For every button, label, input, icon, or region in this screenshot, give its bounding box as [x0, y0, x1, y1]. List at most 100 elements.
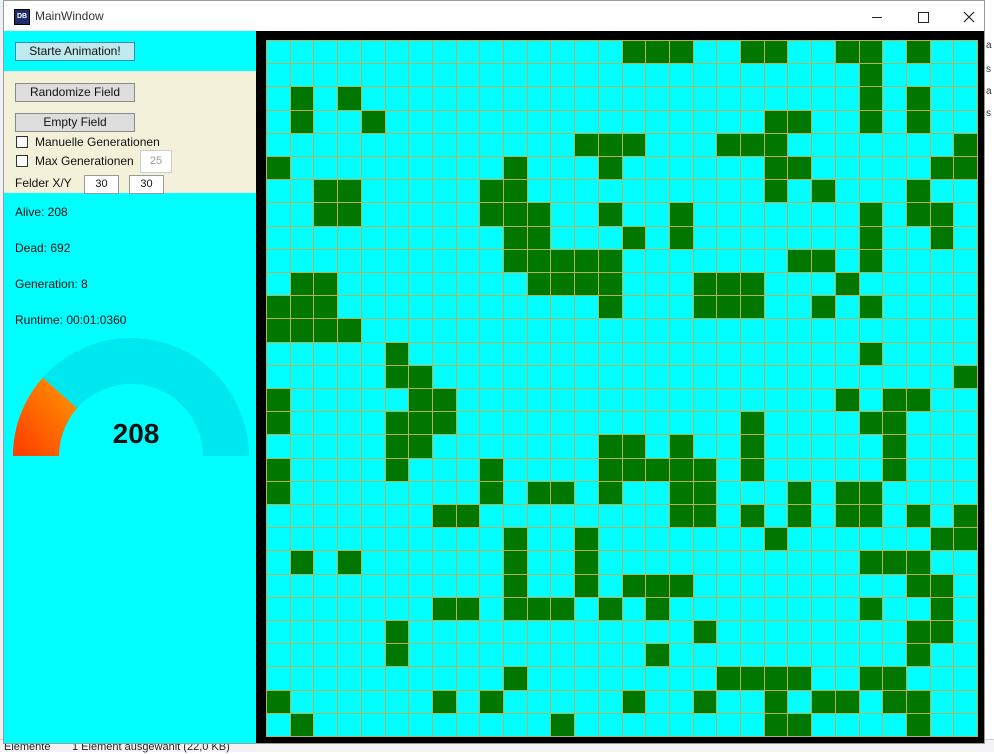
cell-dead[interactable] [575, 505, 598, 528]
cell-alive[interactable] [504, 667, 527, 690]
cell-dead[interactable] [338, 621, 361, 644]
cell-alive[interactable] [764, 133, 788, 156]
field-y-input[interactable]: 30 [129, 175, 164, 194]
cell-dead[interactable] [456, 435, 480, 458]
cell-dead[interactable] [575, 644, 598, 667]
cell-dead[interactable] [527, 87, 551, 110]
cell-dead[interactable] [575, 41, 598, 64]
cell-dead[interactable] [669, 296, 693, 319]
cell-dead[interactable] [575, 481, 598, 504]
cell-alive[interactable] [859, 597, 883, 620]
cell-dead[interactable] [314, 249, 338, 272]
cell-dead[interactable] [930, 667, 954, 690]
cell-dead[interactable] [361, 389, 385, 412]
cell-dead[interactable] [883, 621, 906, 644]
cell-dead[interactable] [859, 528, 883, 551]
cell-dead[interactable] [741, 226, 764, 249]
cell-dead[interactable] [954, 481, 977, 504]
cell-dead[interactable] [930, 133, 954, 156]
cell-alive[interactable] [598, 458, 622, 481]
cell-dead[interactable] [338, 64, 361, 87]
cell-dead[interactable] [835, 574, 859, 597]
cell-dead[interactable] [456, 41, 480, 64]
manual-generations-checkbox-row[interactable]: Manuelle Generationen [16, 135, 216, 151]
cell-dead[interactable] [598, 110, 622, 133]
cell-alive[interactable] [504, 226, 527, 249]
cell-dead[interactable] [788, 41, 812, 64]
cell-dead[interactable] [693, 342, 717, 365]
cell-alive[interactable] [764, 690, 788, 713]
cell-dead[interactable] [930, 319, 954, 342]
cell-dead[interactable] [527, 365, 551, 388]
cell-dead[interactable] [906, 273, 930, 296]
cell-dead[interactable] [432, 551, 456, 574]
cell-dead[interactable] [409, 597, 432, 620]
cell-dead[interactable] [954, 690, 977, 713]
cell-dead[interactable] [385, 597, 409, 620]
cell-dead[interactable] [764, 551, 788, 574]
cell-dead[interactable] [812, 458, 835, 481]
cell-alive[interactable] [954, 157, 977, 180]
cell-dead[interactable] [551, 203, 575, 226]
cell-dead[interactable] [646, 180, 669, 203]
cell-alive[interactable] [693, 481, 717, 504]
cell-dead[interactable] [527, 342, 551, 365]
cell-dead[interactable] [361, 505, 385, 528]
cell-alive[interactable] [741, 505, 764, 528]
cell-dead[interactable] [717, 41, 740, 64]
cell-dead[interactable] [812, 319, 835, 342]
cell-dead[interactable] [717, 203, 740, 226]
cell-alive[interactable] [504, 249, 527, 272]
game-board[interactable] [266, 40, 978, 737]
cell-dead[interactable] [764, 319, 788, 342]
cell-dead[interactable] [646, 296, 669, 319]
cell-dead[interactable] [954, 226, 977, 249]
cell-alive[interactable] [906, 644, 930, 667]
cell-dead[interactable] [741, 597, 764, 620]
cell-dead[interactable] [267, 621, 290, 644]
cell-alive[interactable] [764, 528, 788, 551]
cell-alive[interactable] [835, 273, 859, 296]
cell-dead[interactable] [456, 365, 480, 388]
cell-alive[interactable] [764, 667, 788, 690]
cell-dead[interactable] [598, 389, 622, 412]
cell-dead[interactable] [480, 249, 503, 272]
cell-alive[interactable] [504, 157, 527, 180]
cell-alive[interactable] [764, 110, 788, 133]
cell-dead[interactable] [267, 667, 290, 690]
cell-alive[interactable] [954, 133, 977, 156]
cell-dead[interactable] [930, 412, 954, 435]
cell-dead[interactable] [361, 621, 385, 644]
cell-dead[interactable] [622, 667, 646, 690]
cell-dead[interactable] [930, 435, 954, 458]
cell-dead[interactable] [954, 621, 977, 644]
cell-dead[interactable] [290, 458, 314, 481]
cell-dead[interactable] [741, 621, 764, 644]
cell-dead[interactable] [575, 597, 598, 620]
cell-dead[interactable] [409, 133, 432, 156]
cell-dead[interactable] [741, 249, 764, 272]
cell-dead[interactable] [480, 621, 503, 644]
cell-alive[interactable] [290, 110, 314, 133]
cell-dead[interactable] [575, 319, 598, 342]
cell-dead[interactable] [693, 180, 717, 203]
cell-dead[interactable] [456, 319, 480, 342]
cell-dead[interactable] [267, 41, 290, 64]
cell-dead[interactable] [764, 574, 788, 597]
cell-dead[interactable] [646, 412, 669, 435]
cell-alive[interactable] [598, 203, 622, 226]
cell-dead[interactable] [432, 342, 456, 365]
cell-dead[interactable] [338, 273, 361, 296]
cell-dead[interactable] [432, 203, 456, 226]
cell-dead[interactable] [669, 87, 693, 110]
cell-alive[interactable] [717, 273, 740, 296]
cell-dead[interactable] [930, 481, 954, 504]
cell-dead[interactable] [456, 133, 480, 156]
cell-dead[interactable] [646, 249, 669, 272]
cell-dead[interactable] [622, 180, 646, 203]
cell-dead[interactable] [954, 87, 977, 110]
cell-dead[interactable] [883, 574, 906, 597]
cell-dead[interactable] [409, 481, 432, 504]
cell-dead[interactable] [456, 389, 480, 412]
cell-dead[interactable] [456, 528, 480, 551]
